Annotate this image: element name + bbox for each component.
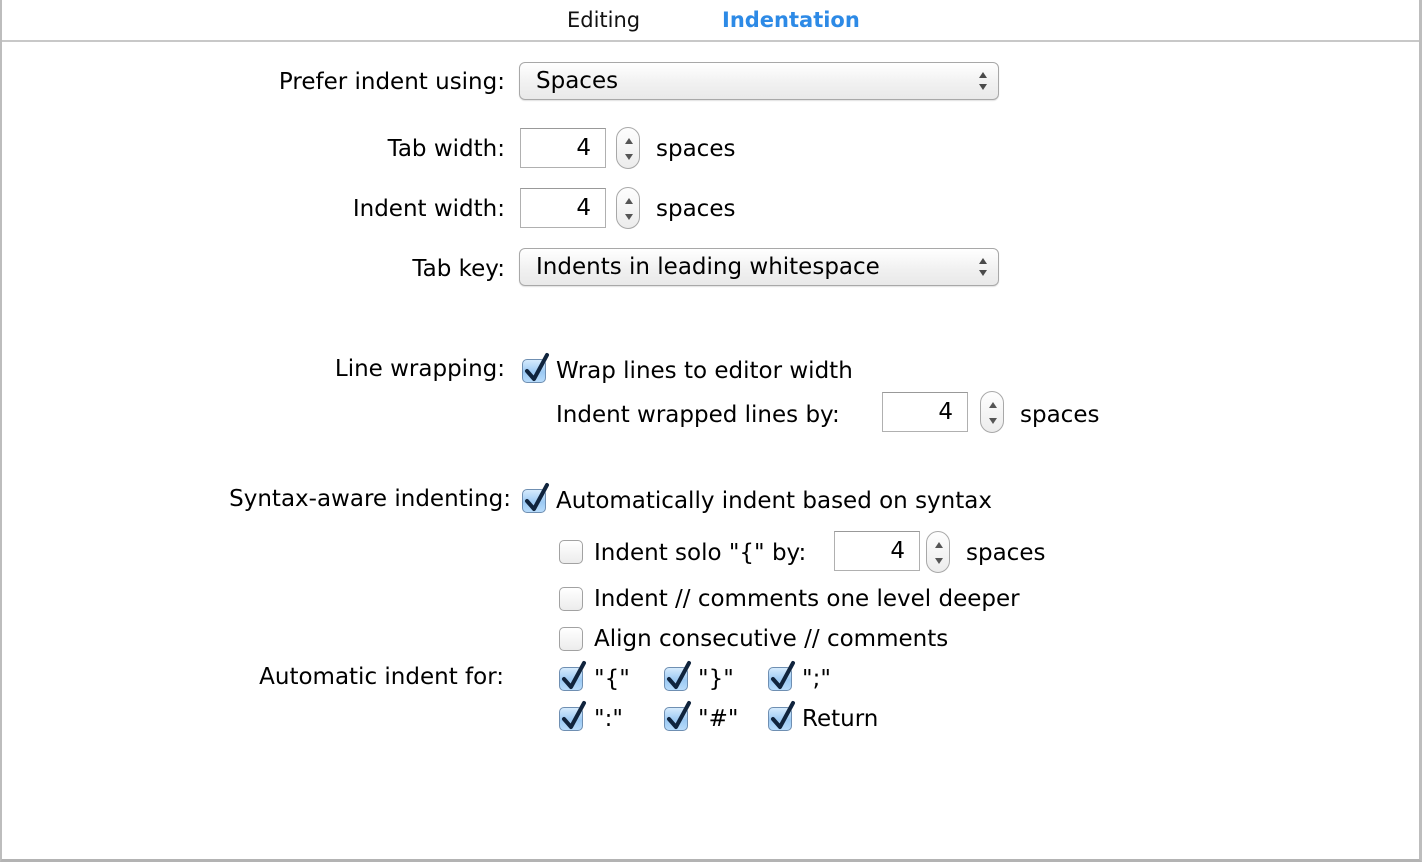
indent-width-field[interactable]: 4 (520, 188, 606, 228)
wrap-lines-checkbox[interactable] (522, 353, 549, 383)
indent-solo-stepper[interactable] (926, 531, 950, 573)
checkmark-icon (771, 661, 795, 689)
syntax-aware-label: Syntax-aware indenting: (229, 486, 511, 512)
tab-editing[interactable]: Editing (567, 6, 640, 34)
popup-arrows-icon (979, 72, 987, 90)
tab-indentation[interactable]: Indentation (722, 6, 860, 34)
indent-wrapped-label: Indent wrapped lines by: (556, 402, 840, 428)
auto-indent-colon-checkbox[interactable] (559, 701, 586, 731)
checkmark-icon (562, 661, 586, 689)
auto-indent-open-brace-label: "{" (594, 666, 630, 692)
checkmark-icon (667, 701, 691, 729)
auto-indent-close-brace-checkbox[interactable] (664, 661, 691, 691)
tab-width-field[interactable]: 4 (520, 128, 606, 168)
indent-width-stepper[interactable] (616, 187, 640, 229)
indent-wrapped-field[interactable]: 4 (882, 392, 968, 432)
auto-indent-checkbox[interactable] (522, 483, 549, 513)
auto-indent-hash-label: "#" (698, 706, 739, 732)
indent-wrapped-unit: spaces (1020, 402, 1100, 428)
checkmark-icon (667, 661, 691, 689)
stepper-arrows-icon (625, 138, 633, 160)
stepper-arrows-icon (935, 542, 943, 564)
stepper-arrows-icon (625, 198, 633, 220)
stepper-arrows-icon (989, 402, 997, 424)
indent-width-unit: spaces (656, 196, 736, 222)
tab-divider (2, 40, 1419, 42)
popup-arrows-icon (979, 258, 987, 276)
prefer-indent-label: Prefer indent using: (278, 69, 505, 95)
checkmark-icon (525, 353, 549, 381)
wrap-lines-label: Wrap lines to editor width (556, 358, 853, 384)
indent-width-label: Indent width: (352, 196, 505, 222)
prefer-indent-popup[interactable]: Spaces (519, 62, 999, 100)
auto-indent-return-checkbox[interactable] (768, 701, 795, 731)
checkmark-icon (525, 483, 549, 511)
indent-comments-checkbox[interactable] (559, 587, 583, 611)
tab-key-value: Indents in leading whitespace (536, 254, 880, 280)
auto-indent-semicolon-label: ";" (802, 666, 831, 692)
checkmark-icon (771, 701, 795, 729)
checkmark-icon (562, 701, 586, 729)
auto-indent-semicolon-checkbox[interactable] (768, 661, 795, 691)
indent-wrapped-stepper[interactable] (980, 391, 1004, 433)
tab-key-popup[interactable]: Indents in leading whitespace (519, 248, 999, 286)
align-comments-checkbox[interactable] (559, 627, 583, 651)
indent-comments-label: Indent // comments one level deeper (594, 586, 1020, 612)
tab-key-label: Tab key: (412, 256, 505, 282)
align-comments-label: Align consecutive // comments (594, 626, 949, 652)
auto-indent-label: Automatically indent based on syntax (556, 488, 992, 514)
auto-indent-close-brace-label: "}" (698, 666, 734, 692)
indent-solo-unit: spaces (966, 540, 1046, 566)
tab-width-label: Tab width: (387, 136, 505, 162)
indent-solo-label: Indent solo "{" by: (594, 540, 807, 566)
prefer-indent-value: Spaces (536, 68, 619, 94)
auto-indent-colon-label: ":" (594, 706, 623, 732)
tab-width-unit: spaces (656, 136, 736, 162)
automatic-indent-label: Automatic indent for: (259, 664, 504, 690)
auto-indent-hash-checkbox[interactable] (664, 701, 691, 731)
line-wrapping-label: Line wrapping: (334, 356, 505, 382)
auto-indent-return-label: Return (802, 706, 879, 732)
tab-width-stepper[interactable] (616, 127, 640, 169)
indent-solo-field[interactable]: 4 (834, 531, 920, 571)
auto-indent-open-brace-checkbox[interactable] (559, 661, 586, 691)
indent-solo-checkbox[interactable] (559, 540, 583, 564)
